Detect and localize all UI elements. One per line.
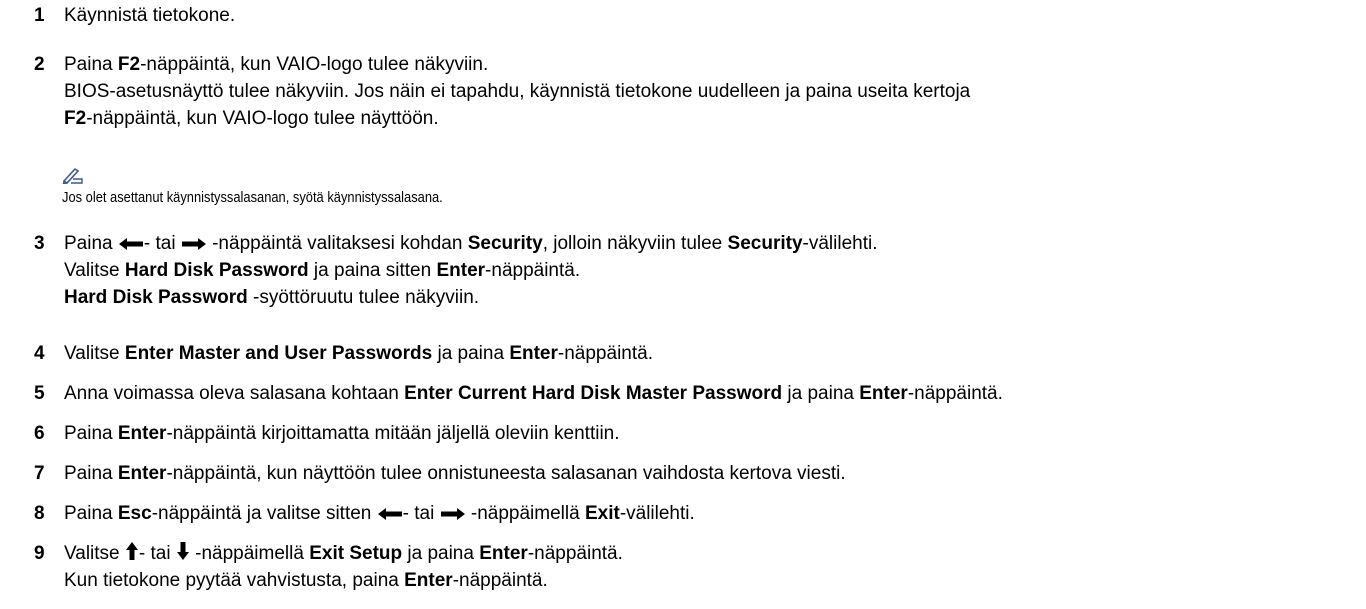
step-text: Paina Enter-näppäintä, kun näyttöön tule… xyxy=(64,463,846,484)
note-text: Jos olet asettanut käynnistyssalasanan, … xyxy=(62,189,443,206)
step-text: Paina Enter-näppäintä kirjoittamatta mit… xyxy=(64,423,620,444)
arrow-left-icon xyxy=(118,232,144,259)
step-number: 3 xyxy=(34,233,45,254)
arrow-left-icon xyxy=(377,502,403,529)
pencil-note-icon xyxy=(62,166,84,189)
step-text: Valitse Enter Master and User Passwords … xyxy=(64,343,653,364)
step-text: Paina Esc-näppäintä ja valitse sitten - … xyxy=(64,500,695,527)
step-text: Anna voimassa oleva salasana kohtaan Ent… xyxy=(64,383,1003,404)
step-number: 8 xyxy=(34,503,45,524)
step-text: Valitse - tai -näppäimellä Exit Setup ja… xyxy=(64,541,623,591)
step-text: Paina - tai -näppäintä valitaksesi kohda… xyxy=(64,232,878,308)
arrow-up-icon xyxy=(125,541,139,569)
step-number: 4 xyxy=(34,343,45,364)
step-number: 2 xyxy=(34,54,45,75)
step-number: 9 xyxy=(34,543,45,564)
arrow-right-icon xyxy=(440,502,466,529)
step-number: 6 xyxy=(34,423,45,444)
arrow-down-icon xyxy=(176,541,190,569)
arrow-right-icon xyxy=(181,232,207,259)
step-text: Käynnistä tietokone. xyxy=(64,5,236,26)
step-number: 7 xyxy=(34,463,45,484)
step-number: 1 xyxy=(34,5,45,26)
document-page: { "steps": [ {"num": "1", "l1": "Käynnis… xyxy=(0,0,1366,609)
step-text: Paina F2-näppäintä, kun VAIO-logo tulee … xyxy=(64,54,971,129)
step-number: 5 xyxy=(34,383,45,404)
